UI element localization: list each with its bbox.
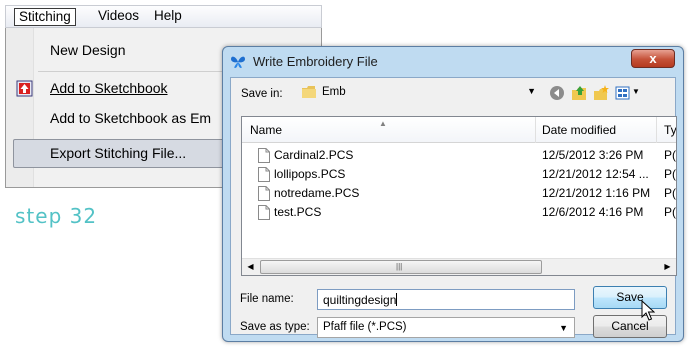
- file-name: notredame.PCS: [274, 186, 360, 200]
- save-as-type-value: Pfaff file (*.PCS): [323, 321, 407, 333]
- column-divider[interactable]: [656, 117, 657, 143]
- save-button[interactable]: Save: [593, 286, 667, 309]
- text-caret: [396, 293, 398, 306]
- butterfly-icon: [231, 56, 245, 68]
- menu-item-new-design[interactable]: New Design: [50, 40, 125, 60]
- column-date-modified[interactable]: Date modified: [542, 123, 616, 137]
- step-caption: step 32: [15, 204, 98, 228]
- save-in-label: Save in:: [241, 88, 283, 100]
- dialog-titlebar[interactable]: Write Embroidery File x: [223, 47, 683, 75]
- close-icon: x: [649, 51, 657, 66]
- file-icon: [258, 167, 270, 182]
- close-button[interactable]: x: [631, 49, 675, 68]
- column-headers: Name ▲ Date modified Ty: [242, 117, 676, 143]
- file-row[interactable]: notredame.PCS 12/21/2012 1:16 PM P(: [242, 184, 676, 203]
- menu-help[interactable]: Help: [150, 8, 186, 26]
- chevron-down-icon: ▼: [559, 323, 568, 333]
- file-row[interactable]: test.PCS 12/6/2012 4:16 PM P(: [242, 203, 676, 222]
- file-type: P(: [664, 186, 676, 200]
- file-type: P(: [664, 167, 676, 181]
- menu-item-export-stitching[interactable]: Export Stitching File...: [50, 143, 186, 163]
- menu-stitching[interactable]: Stitching: [14, 8, 76, 26]
- file-icon: [258, 148, 270, 163]
- file-date: 12/21/2012 1:16 PM: [542, 186, 651, 200]
- sort-arrow-icon: ▲: [379, 119, 387, 128]
- file-type: P(: [664, 205, 676, 219]
- dialog-title: Write Embroidery File: [253, 54, 378, 69]
- up-folder-icon[interactable]: [571, 85, 587, 101]
- file-icon: [258, 186, 270, 201]
- column-type[interactable]: Ty: [664, 123, 676, 137]
- chevron-down-icon: ▼: [527, 86, 536, 96]
- write-embroidery-dialog: Write Embroidery File x Save in: Emb ▼ ▼…: [222, 46, 684, 342]
- save-as-type-label: Save as type:: [240, 321, 310, 333]
- file-list: Name ▲ Date modified Ty Cardinal2.PCS 12…: [241, 116, 677, 276]
- file-name-input[interactable]: quiltingdesign: [317, 289, 575, 310]
- file-name: Cardinal2.PCS: [274, 148, 354, 162]
- save-in-value: Emb: [322, 86, 346, 98]
- mouse-cursor-icon: [641, 300, 655, 321]
- menu-bar: Stitching Videos Help: [5, 5, 322, 28]
- file-row[interactable]: Cardinal2.PCS 12/5/2012 3:26 PM P(: [242, 146, 676, 165]
- file-name: test.PCS: [274, 205, 322, 219]
- scroll-left-icon[interactable]: ◀: [242, 259, 259, 275]
- file-row[interactable]: lollipops.PCS 12/21/2012 12:54 ... P(: [242, 165, 676, 184]
- column-name[interactable]: Name: [250, 123, 282, 137]
- file-type: P(: [664, 148, 676, 162]
- dialog-body: Save in: Emb ▼ ▼ Name ▲ Date modified Ty…: [230, 77, 677, 338]
- menu-item-add-sketchbook-label: Add to Sketchbook: [50, 80, 168, 96]
- save-in-dropdown[interactable]: Emb ▼: [298, 83, 538, 103]
- column-divider[interactable]: [535, 117, 536, 143]
- menu-item-add-sketchbook[interactable]: Add to Sketchbook: [50, 78, 168, 98]
- scroll-right-icon[interactable]: ▶: [659, 259, 676, 275]
- sketchbook-icon: [16, 80, 33, 97]
- file-date: 12/6/2012 4:16 PM: [542, 205, 644, 219]
- views-chevron-icon[interactable]: ▼: [632, 87, 640, 96]
- folder-icon: [302, 86, 316, 98]
- file-name-label: File name:: [240, 293, 294, 305]
- save-as-type-dropdown[interactable]: Pfaff file (*.PCS) ▼: [317, 317, 575, 338]
- file-name: lollipops.PCS: [274, 167, 346, 181]
- horizontal-scrollbar[interactable]: ◀ ||| ▶: [242, 258, 676, 275]
- grip-icon: |||: [396, 262, 403, 271]
- scroll-thumb[interactable]: |||: [260, 260, 542, 274]
- cancel-button[interactable]: Cancel: [593, 315, 667, 338]
- file-date: 12/21/2012 12:54 ...: [542, 167, 649, 181]
- file-icon: [258, 205, 270, 220]
- views-icon[interactable]: [615, 85, 631, 101]
- menu-item-add-sketchbook-as[interactable]: Add to Sketchbook as Em: [50, 108, 211, 128]
- new-folder-icon[interactable]: [593, 85, 609, 101]
- file-name-value: quiltingdesign: [323, 293, 397, 307]
- file-date: 12/5/2012 3:26 PM: [542, 148, 644, 162]
- back-icon[interactable]: [549, 85, 565, 101]
- menu-videos[interactable]: Videos: [94, 8, 143, 26]
